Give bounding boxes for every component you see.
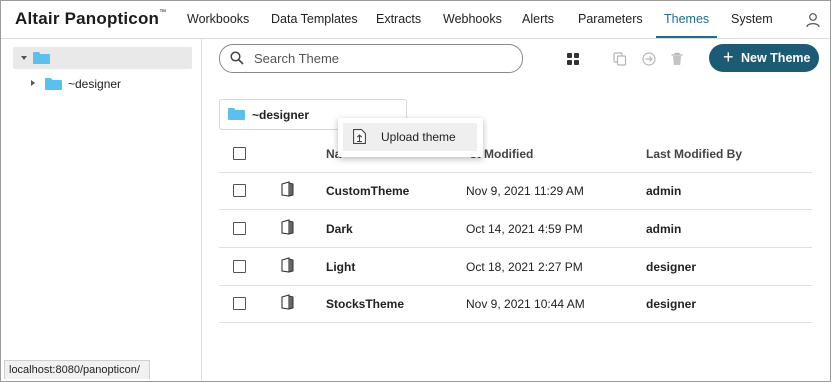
copy-icon[interactable] xyxy=(613,52,627,66)
upload-theme-label: Upload theme xyxy=(381,130,456,144)
theme-name[interactable]: Dark xyxy=(326,222,353,236)
nav-extracts[interactable]: Extracts xyxy=(376,1,421,38)
row-checkbox[interactable] xyxy=(233,222,246,235)
nav-workbooks[interactable]: Workbooks xyxy=(187,1,249,38)
upload-theme-menu-item[interactable]: Upload theme xyxy=(343,123,477,151)
user-icon[interactable] xyxy=(806,12,820,28)
nav-themes[interactable]: Themes xyxy=(655,1,718,38)
search-input[interactable] xyxy=(254,49,504,67)
theme-file-icon xyxy=(281,294,294,310)
collapse-caret-icon[interactable] xyxy=(21,56,27,60)
table-row[interactable]: CustomTheme Nov 9, 2021 11:29 AM admin xyxy=(219,172,812,210)
theme-file-icon xyxy=(281,219,294,235)
table-row[interactable]: StocksTheme Nov 9, 2021 10:44 AM designe… xyxy=(219,285,812,323)
upload-icon xyxy=(353,129,366,144)
new-theme-button[interactable]: + New Theme xyxy=(709,44,819,72)
nav-alerts[interactable]: Alerts xyxy=(522,1,554,38)
nav-webhooks[interactable]: Webhooks xyxy=(443,1,502,38)
move-icon[interactable] xyxy=(642,52,656,66)
tree-root-item[interactable] xyxy=(13,47,192,69)
trademark: ™ xyxy=(159,9,167,16)
theme-file-icon xyxy=(281,181,294,197)
theme-modified-by: designer xyxy=(646,260,697,274)
search-box[interactable] xyxy=(219,44,523,73)
row-checkbox[interactable] xyxy=(233,184,246,197)
theme-modified: Oct 14, 2021 4:59 PM xyxy=(466,222,583,236)
nav-system[interactable]: System xyxy=(731,1,773,38)
row-checkbox[interactable] xyxy=(233,260,246,273)
table-row[interactable]: Dark Oct 14, 2021 4:59 PM admin xyxy=(219,210,812,248)
theme-modified-by: designer xyxy=(646,297,697,311)
status-url: localhost:8080/panopticon/ xyxy=(4,360,150,379)
theme-name[interactable]: Light xyxy=(326,260,355,274)
folder-icon xyxy=(33,52,50,64)
theme-modified: Nov 9, 2021 10:44 AM xyxy=(466,297,585,311)
current-folder-label: ~designer xyxy=(252,108,310,122)
folder-icon xyxy=(228,108,245,120)
nav-parameters[interactable]: Parameters xyxy=(578,1,643,38)
delete-icon[interactable] xyxy=(670,52,684,66)
top-bar: Altair Panopticon™ Workbooks Data Templa… xyxy=(1,1,830,39)
brand-name: Altair Panopticon xyxy=(15,9,160,28)
table-header-row: Na st Modified Last Modified By xyxy=(219,135,812,173)
theme-file-icon xyxy=(281,257,294,273)
expand-caret-icon[interactable] xyxy=(31,80,35,86)
brand-logo[interactable]: Altair Panopticon™ xyxy=(15,9,166,29)
new-theme-label: New Theme xyxy=(741,51,811,65)
row-checkbox[interactable] xyxy=(233,297,246,310)
folder-icon xyxy=(45,78,62,90)
search-icon xyxy=(230,51,244,65)
grid-view-icon[interactable] xyxy=(566,52,580,66)
select-all-checkbox[interactable] xyxy=(233,147,246,160)
table-row[interactable]: Light Oct 18, 2021 2:27 PM designer xyxy=(219,248,812,286)
theme-name[interactable]: CustomTheme xyxy=(326,184,409,198)
column-header-last-modified-by[interactable]: Last Modified By xyxy=(646,147,742,161)
app-window: Altair Panopticon™ Workbooks Data Templa… xyxy=(0,0,831,382)
theme-modified-by: admin xyxy=(646,184,682,198)
theme-modified: Oct 18, 2021 2:27 PM xyxy=(466,260,583,274)
plus-icon: + xyxy=(723,47,734,67)
context-menu: Upload theme xyxy=(338,118,483,157)
tree-item-label: ~designer xyxy=(68,77,122,91)
theme-name[interactable]: StocksTheme xyxy=(326,297,404,311)
nav-data-templates[interactable]: Data Templates xyxy=(271,1,358,38)
theme-modified: Nov 9, 2021 11:29 AM xyxy=(466,184,584,198)
theme-modified-by: admin xyxy=(646,222,682,236)
folder-tree: ~designer localhost:8080/panopticon/ xyxy=(1,39,202,381)
